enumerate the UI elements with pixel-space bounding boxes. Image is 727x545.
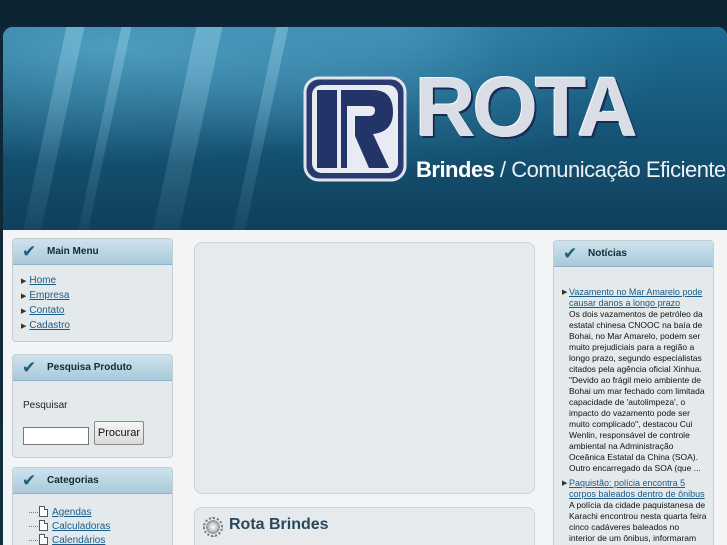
news-headline-link[interactable]: Vazamento no Mar Amarelo pode causar dan… (569, 287, 707, 309)
rota-brindes-section: Rota Brindes (194, 507, 535, 545)
header-light-ray (145, 27, 227, 230)
news-headline-link[interactable]: Paquistão: polícia encontra 5 corpos bal… (569, 478, 707, 500)
categories-list: Agendas Calculadoras Calendários (13, 494, 172, 545)
tree-connector (29, 512, 38, 513)
category-item-agendas[interactable]: Agendas (29, 506, 172, 520)
logo-tagline-brand: Brindes (416, 157, 495, 182)
bullet-icon: ▶ (21, 323, 27, 330)
news-summary: Os dois vazamentos de petróleo da estata… (569, 309, 705, 473)
category-link-calendarios[interactable]: Calendários (52, 535, 105, 545)
categories-title: Categorias (47, 475, 99, 486)
rota-logo[interactable]: ROTA Brindes / Comunicação Eficiente (303, 65, 726, 193)
product-search-header: ✔ Pesquisa Produto (13, 355, 172, 381)
category-item-calendarios[interactable]: Calendários (29, 534, 172, 545)
header-light-ray (70, 27, 136, 230)
main-menu-header: ✔ Main Menu (13, 239, 172, 265)
menu-link-home[interactable]: Home (29, 275, 56, 286)
search-label: Pesquisar (23, 400, 68, 411)
header-light-ray (15, 27, 89, 230)
site-wrapper: ROTA Brindes / Comunicação Eficiente ✔ M… (3, 27, 727, 545)
menu-link-cadastro[interactable]: Cadastro (29, 320, 70, 331)
menu-item-empresa[interactable]: ▶ Empresa (21, 290, 172, 302)
checkmark-icon: ✔ (22, 242, 37, 261)
category-link-calculadoras[interactable]: Calculadoras (52, 521, 110, 532)
categories-header: ✔ Categorias (13, 468, 172, 494)
bullet-icon: ▶ (21, 308, 27, 315)
main-menu-list: ▶ Home ▶ Empresa ▶ Contato ▶ Cadastro (13, 265, 172, 332)
header-light-ray (225, 27, 293, 230)
logo-tagline: Brindes / Comunicação Eficiente (416, 157, 726, 183)
tree-connector (29, 526, 38, 527)
menu-item-home[interactable]: ▶ Home (21, 275, 172, 287)
news-box: ✔ Notícias ▶ Vazamento no Mar Amarelo po… (553, 240, 714, 545)
news-title: Notícias (588, 248, 627, 259)
logo-wordmark: ROTA (415, 60, 638, 154)
menu-link-contato[interactable]: Contato (29, 305, 64, 316)
checkmark-icon: ✔ (22, 358, 37, 377)
category-link-agendas[interactable]: Agendas (52, 507, 91, 518)
site-header: ROTA Brindes / Comunicação Eficiente (3, 27, 727, 230)
news-item: ▶ Vazamento no Mar Amarelo pode causar d… (562, 287, 707, 474)
bullet-icon: ▶ (562, 289, 568, 296)
news-item: ▶ Paquistão: polícia encontra 5 corpos b… (562, 478, 707, 545)
news-header: ✔ Notícias (554, 241, 713, 267)
featured-content-panel (194, 242, 535, 494)
gear-icon (203, 517, 223, 537)
news-list: ▶ Vazamento no Mar Amarelo pode causar d… (554, 267, 713, 545)
rota-logo-mark-icon (303, 76, 407, 182)
checkmark-icon: ✔ (563, 244, 578, 263)
content-area: ✔ Main Menu ▶ Home ▶ Empresa ▶ Contato ▶ Cad… (3, 230, 727, 545)
menu-link-empresa[interactable]: Empresa (29, 290, 69, 301)
main-menu-title: Main Menu (47, 246, 99, 257)
product-search-box: ✔ Pesquisa Produto Pesquisar Procurar (12, 354, 173, 458)
product-search-title: Pesquisa Produto (47, 362, 133, 373)
menu-item-contato[interactable]: ▶ Contato (21, 305, 172, 317)
document-icon (39, 520, 48, 531)
main-menu-box: ✔ Main Menu ▶ Home ▶ Empresa ▶ Contato ▶ Cad… (12, 238, 173, 342)
checkmark-icon: ✔ (22, 471, 37, 490)
bullet-icon: ▶ (21, 278, 27, 285)
bullet-icon: ▶ (562, 480, 568, 487)
categories-box: ✔ Categorias Agendas Calculadoras Calend… (12, 467, 173, 545)
search-button[interactable]: Procurar (94, 421, 144, 445)
logo-tagline-rest: / Comunicação Eficiente (500, 157, 726, 182)
tree-connector (29, 540, 38, 541)
category-item-calculadoras[interactable]: Calculadoras (29, 520, 172, 534)
news-summary: A polícia da cidade paquistanesa de Kara… (569, 500, 707, 545)
document-icon (39, 534, 48, 545)
document-icon (39, 506, 48, 517)
bullet-icon: ▶ (21, 293, 27, 300)
menu-item-cadastro[interactable]: ▶ Cadastro (21, 320, 172, 332)
section-title: Rota Brindes (229, 516, 329, 533)
search-input[interactable] (23, 427, 89, 445)
